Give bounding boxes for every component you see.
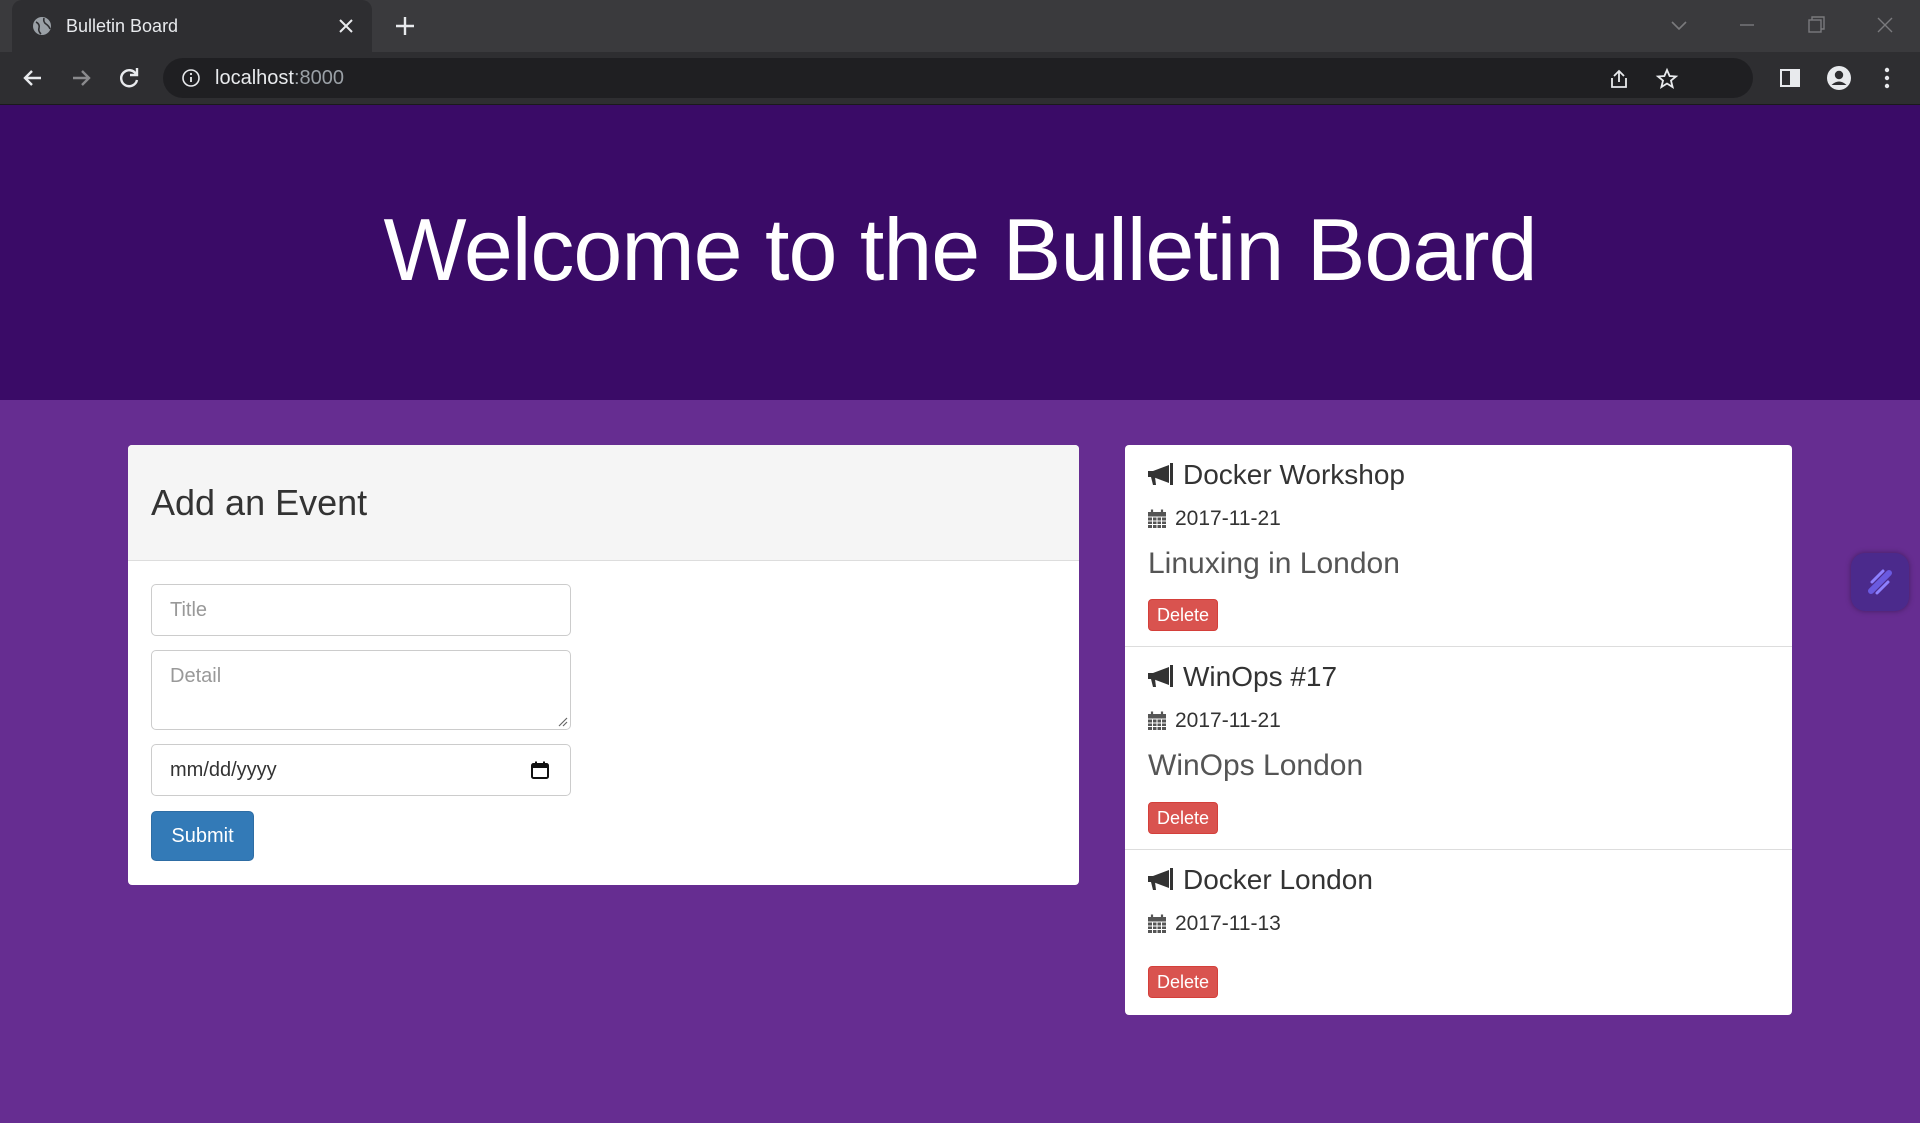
bullhorn-icon: [1148, 665, 1173, 687]
submit-button[interactable]: Submit: [151, 811, 254, 861]
tab-strip: Bulletin Board: [0, 0, 1920, 52]
event-date-text: 2017-11-21: [1175, 709, 1281, 732]
plus-icon[interactable]: [393, 14, 417, 38]
extension-button[interactable]: [1851, 553, 1909, 611]
browser-tab[interactable]: Bulletin Board: [12, 0, 372, 52]
detail-textarea[interactable]: Detail: [151, 650, 571, 730]
event-date-text: 2017-11-13: [1175, 912, 1281, 935]
restore-icon[interactable]: [1805, 14, 1827, 36]
star-icon[interactable]: [1655, 67, 1679, 91]
add-event-panel: Add an Event Title Detail mm/dd/yyyy Sub…: [128, 445, 1079, 885]
url-port: :8000: [293, 66, 344, 89]
close-window-icon[interactable]: [1874, 14, 1896, 36]
event-heading: WinOps #17: [1145, 661, 1337, 693]
reload-icon[interactable]: [116, 65, 142, 91]
back-icon[interactable]: [20, 65, 46, 91]
event-title: Docker London: [1183, 864, 1373, 895]
title-placeholder: Title: [170, 598, 208, 621]
delete-button[interactable]: Delete: [1148, 599, 1218, 631]
event-heading: Docker Workshop: [1145, 459, 1405, 491]
add-event-title: Add an Event: [151, 481, 368, 523]
sidebar-icon[interactable]: [1777, 65, 1803, 91]
tab-title: Bulletin Board: [66, 15, 179, 36]
browser-toolbar: localhost:8000: [0, 52, 1920, 105]
url-host: localhost: [215, 66, 294, 89]
events-panel: Docker Workshop 2017-11-21 Linuxing in L…: [1125, 445, 1792, 1015]
delete-button[interactable]: Delete: [1148, 966, 1218, 998]
event-date-text: 2017-11-21: [1175, 507, 1281, 530]
add-event-heading: Add an Event: [128, 445, 1079, 561]
event-detail: Linuxing in London: [1148, 547, 1400, 580]
event-item: WinOps #17 2017-11-21 WinOps London Dele…: [1125, 647, 1792, 850]
close-icon[interactable]: [336, 16, 356, 36]
address-bar[interactable]: localhost:8000: [163, 58, 1753, 98]
bullhorn-icon: [1148, 463, 1173, 485]
event-item: Docker Workshop 2017-11-21 Linuxing in L…: [1125, 445, 1792, 647]
event-title: Docker Workshop: [1183, 459, 1406, 490]
event-title: WinOps #17: [1183, 661, 1338, 692]
url-text[interactable]: localhost:8000: [215, 67, 344, 90]
delete-button[interactable]: Delete: [1148, 802, 1218, 834]
calendar-icon: [1148, 914, 1166, 933]
page-title: Welcome to the Bulletin Board: [383, 199, 1537, 299]
menu-icon[interactable]: [1874, 65, 1900, 91]
jumbotron: Welcome to the Bulletin Board: [0, 105, 1920, 400]
event-item: Docker London 2017-11-13 Delete: [1125, 850, 1792, 1015]
event-detail: WinOps London: [1148, 749, 1364, 782]
extension-icon: [1868, 569, 1892, 595]
event-date: 2017-11-13: [1147, 912, 1281, 936]
title-input[interactable]: Title: [151, 584, 571, 636]
profile-icon[interactable]: [1826, 65, 1852, 91]
event-date: 2017-11-21: [1147, 709, 1281, 733]
share-icon[interactable]: [1607, 67, 1631, 91]
forward-icon[interactable]: [68, 65, 94, 91]
calendar-icon: [1148, 509, 1166, 528]
info-icon[interactable]: [181, 68, 201, 88]
minimize-icon[interactable]: [1736, 14, 1758, 36]
date-input[interactable]: mm/dd/yyyy: [151, 744, 571, 796]
event-date: 2017-11-21: [1147, 507, 1281, 531]
bullhorn-icon: [1148, 868, 1173, 890]
chevron-down-icon[interactable]: [1668, 14, 1690, 36]
globe-icon: [33, 17, 51, 35]
calendar-picker-icon[interactable]: [530, 760, 550, 780]
event-heading: Docker London: [1145, 864, 1373, 896]
calendar-icon: [1148, 711, 1166, 730]
date-placeholder: mm/dd/yyyy: [170, 758, 277, 781]
resize-grip-icon[interactable]: [556, 715, 568, 727]
detail-placeholder: Detail: [170, 665, 222, 687]
